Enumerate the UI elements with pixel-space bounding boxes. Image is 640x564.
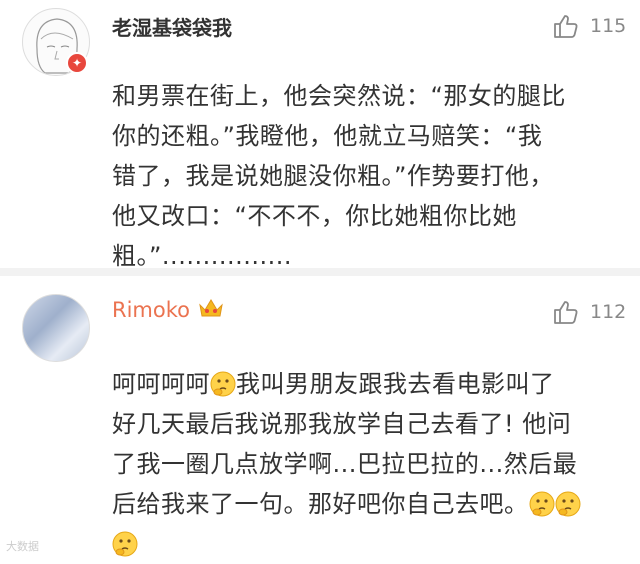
like-count: 115 — [590, 15, 627, 37]
thumbs-up-icon — [554, 15, 578, 38]
thinking-emoji-icon — [210, 371, 236, 397]
comment-line: 和男票在街上，他会突然说：“那女的腿比 — [112, 82, 566, 110]
comment-text: 呵呵呵呵 我叫男朋友跟我去看电影叫了 好几天最后我说那我放学自己去看了! 他问 了… — [112, 364, 612, 564]
comment-line — [112, 524, 612, 564]
like-button[interactable]: 115 — [552, 12, 626, 40]
like-count: 112 — [590, 301, 627, 323]
thinking-emoji-icon — [112, 531, 138, 557]
comment-text-segment: 后给我来了一句。那好吧你自己去吧。 — [112, 490, 529, 518]
comment-line: 他又改口：“不不不，你比她粗你比她 — [112, 202, 517, 230]
comment-line: 呵呵呵呵 我叫男朋友跟我去看电影叫了 — [112, 364, 612, 404]
comment-item: Rimoko 112 呵呵呵呵 我叫男朋友跟我去看电影叫了 好几天最后我说那我放学… — [0, 276, 640, 558]
thumbs-up-icon — [554, 301, 578, 324]
comment-line: 错了，我是说她腿没你粗。”作势要打他， — [112, 162, 554, 190]
avatar[interactable] — [22, 294, 90, 362]
comment-line: 你的还粗。”我瞪他，他就立马赔笑：“我 — [112, 122, 543, 150]
comment-line: 了我一圈几点放学啊...巴拉巴拉的...然后最 — [112, 450, 578, 478]
comment-text-segment: 呵呵呵呵 — [112, 370, 210, 398]
thinking-emoji-icon — [555, 491, 580, 517]
comment-item: ✦ 老湿基袋袋我 115 和男票在街上，他会突然说：“那女的腿比 你的还粗。”我… — [0, 0, 640, 270]
divider — [0, 268, 640, 276]
comment-text: 和男票在街上，他会突然说：“那女的腿比 你的还粗。”我瞪他，他就立马赔笑：“我 … — [112, 76, 612, 276]
vip-badge-icon: ✦ — [66, 52, 88, 74]
comment-line: 好几天最后我说那我放学自己去看了! 他问 — [112, 410, 572, 438]
username[interactable]: 老湿基袋袋我 — [112, 12, 232, 41]
watermark: 大数据 — [6, 540, 39, 553]
comment-text-segment: 我叫男朋友跟我去看电影叫了 — [236, 370, 555, 398]
thinking-emoji-icon — [529, 491, 554, 517]
crown-badge-icon — [199, 299, 223, 317]
comment-line: 后给我来了一句。那好吧你自己去吧。 — [112, 484, 612, 524]
like-button[interactable]: 112 — [552, 298, 626, 326]
username[interactable]: Rimoko — [112, 298, 190, 322]
